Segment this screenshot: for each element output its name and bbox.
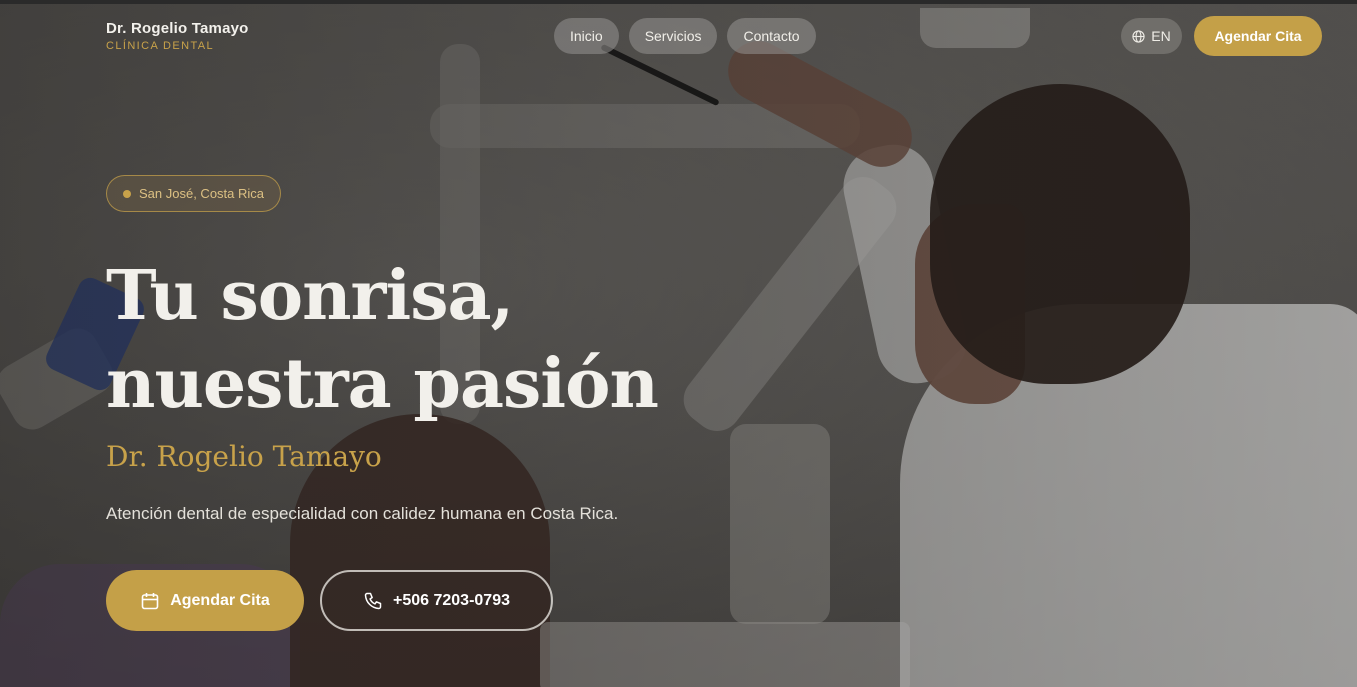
location-badge: San José, Costa Rica bbox=[106, 175, 282, 212]
brand-name: Dr. Rogelio Tamayo bbox=[106, 20, 249, 37]
nav-item-inicio[interactable]: Inicio bbox=[554, 18, 619, 54]
top-border bbox=[0, 0, 1357, 4]
book-appointment-button[interactable]: Agendar Cita bbox=[106, 570, 304, 631]
phone-label: +506 7203-0793 bbox=[393, 591, 510, 609]
hero-headline: Tu sonrisa, nuestra pasión bbox=[106, 252, 659, 428]
call-phone-button[interactable]: +506 7203-0793 bbox=[320, 570, 553, 631]
nav-item-contacto[interactable]: Contacto bbox=[727, 18, 816, 54]
main-nav: Inicio Servicios Contacto bbox=[554, 18, 816, 54]
hero-description: Atención dental de especialidad con cali… bbox=[106, 504, 619, 523]
headline-line-1: Tu sonrisa, bbox=[106, 256, 514, 336]
brand-subtitle: CLÍNICA DENTAL bbox=[106, 40, 215, 52]
header-book-appointment-button[interactable]: Agendar Cita bbox=[1194, 16, 1322, 56]
phone-icon bbox=[363, 591, 383, 611]
headline-line-2: nuestra pasión bbox=[106, 344, 659, 424]
globe-icon bbox=[1132, 29, 1145, 43]
location-dot-icon bbox=[123, 189, 131, 198]
calendar-icon bbox=[140, 591, 160, 611]
language-label: EN bbox=[1151, 28, 1171, 44]
language-toggle[interactable]: EN bbox=[1121, 18, 1182, 54]
doctor-name: Dr. Rogelio Tamayo bbox=[106, 440, 382, 473]
book-appointment-label: Agendar Cita bbox=[170, 591, 270, 609]
brand[interactable]: Dr. Rogelio Tamayo CLÍNICA DENTAL bbox=[106, 20, 249, 52]
location-label: San José, Costa Rica bbox=[139, 186, 265, 201]
nav-item-servicios[interactable]: Servicios bbox=[628, 18, 718, 54]
